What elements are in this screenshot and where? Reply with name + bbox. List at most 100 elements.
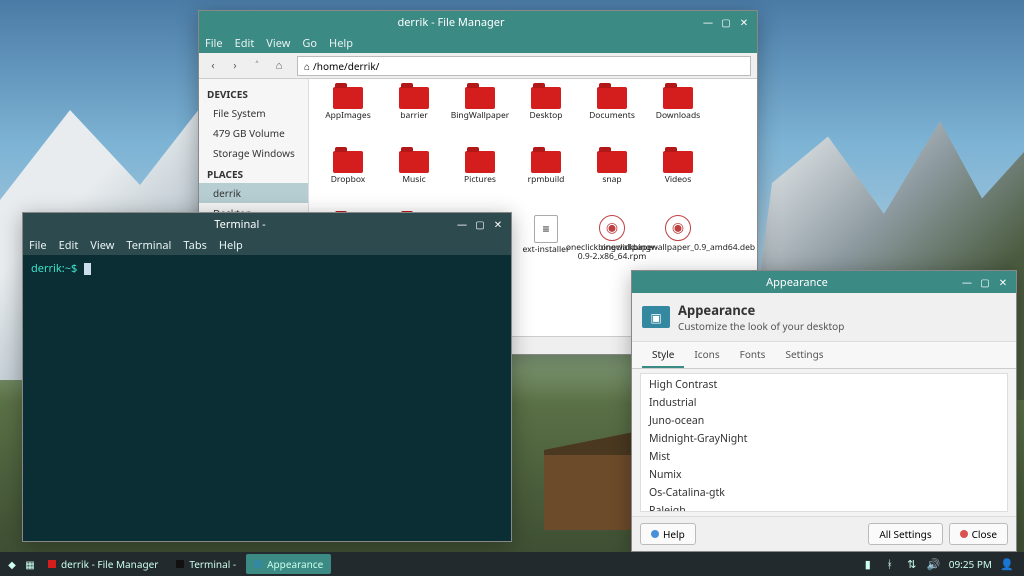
path-bar[interactable]: ⌂ /home/derrik/: [297, 56, 751, 76]
fm-menubar: File Edit View Go Help: [199, 33, 757, 53]
maximize-button[interactable]: ▢: [719, 15, 733, 29]
menu-go[interactable]: Go: [302, 36, 317, 51]
file-item[interactable]: BingWallpaper: [447, 87, 513, 147]
terminal-icon: [176, 560, 184, 568]
user-icon[interactable]: 👤: [1000, 557, 1014, 571]
all-settings-button[interactable]: All Settings: [868, 523, 942, 545]
help-icon: [651, 530, 659, 538]
menu-help[interactable]: Help: [219, 238, 243, 253]
file-label: AppImages: [325, 112, 371, 121]
close-button[interactable]: Close: [949, 523, 1008, 545]
file-item[interactable]: AppImages: [315, 87, 381, 147]
file-label: snap: [602, 176, 621, 185]
task-appearance[interactable]: Appearance: [246, 554, 331, 574]
tab-style[interactable]: Style: [642, 342, 684, 368]
file-item[interactable]: Dropbox: [315, 151, 381, 211]
term-title: Terminal -: [29, 217, 451, 232]
appearance-icon: [254, 560, 262, 568]
style-item[interactable]: Industrial: [641, 394, 1007, 412]
file-item[interactable]: rpmbuild: [513, 151, 579, 211]
appr-tabs: Style Icons Fonts Settings: [632, 342, 1016, 369]
maximize-button[interactable]: ▢: [978, 275, 992, 289]
menu-view[interactable]: View: [90, 238, 114, 253]
app-menu-icon[interactable]: ◆: [4, 556, 20, 572]
fm-titlebar[interactable]: derrik - File Manager — ▢ ✕: [199, 11, 757, 33]
network-icon[interactable]: ⇅: [905, 557, 919, 571]
file-item[interactable]: Pictures: [447, 151, 513, 211]
file-item[interactable]: barrier: [381, 87, 447, 147]
help-button[interactable]: Help: [640, 523, 696, 545]
style-item[interactable]: Juno-ocean: [641, 412, 1007, 430]
folder-icon: [399, 151, 429, 173]
sidebar-storage-windows[interactable]: Storage Windows: [199, 143, 308, 163]
close-button[interactable]: ✕: [737, 15, 751, 29]
style-item[interactable]: High Contrast: [641, 376, 1007, 394]
terminal-prompt: derrik:~$: [31, 261, 77, 276]
menu-help[interactable]: Help: [329, 36, 353, 51]
file-label: Downloads: [656, 112, 701, 121]
style-list[interactable]: High ContrastIndustrialJuno-oceanMidnigh…: [640, 373, 1008, 512]
file-label: Dropbox: [331, 176, 366, 185]
appr-titlebar[interactable]: Appearance — ▢ ✕: [632, 271, 1016, 293]
minimize-button[interactable]: —: [455, 217, 469, 231]
nav-forward-icon[interactable]: ›: [227, 58, 243, 74]
battery-icon[interactable]: ▮: [861, 557, 875, 571]
file-label: Documents: [589, 112, 635, 121]
term-menubar: File Edit View Terminal Tabs Help: [23, 235, 511, 255]
file-item[interactable]: Videos: [645, 151, 711, 211]
file-item[interactable]: ◉oneclickbingwallpaper_0.9_amd64.deb: [645, 215, 711, 275]
appr-footer: Help All Settings Close: [632, 516, 1016, 551]
file-item[interactable]: Downloads: [645, 87, 711, 147]
folder-home-icon: ⌂: [304, 59, 310, 73]
style-item[interactable]: Mist: [641, 448, 1007, 466]
nav-up-icon[interactable]: ˄: [249, 58, 265, 74]
nav-back-icon[interactable]: ‹: [205, 58, 221, 74]
minimize-button[interactable]: —: [960, 275, 974, 289]
menu-terminal[interactable]: Terminal: [126, 238, 171, 253]
terminal-body[interactable]: derrik:~$: [23, 255, 511, 541]
menu-tabs[interactable]: Tabs: [183, 238, 206, 253]
term-titlebar[interactable]: Terminal - — ▢ ✕: [23, 213, 511, 235]
sidebar-volume[interactable]: 479 GB Volume: [199, 123, 308, 143]
maximize-button[interactable]: ▢: [473, 217, 487, 231]
system-tray: ▮ ᚼ ⇅ 🔊 09:25 PM 👤: [861, 557, 1020, 571]
style-item[interactable]: Numix: [641, 466, 1007, 484]
menu-view[interactable]: View: [266, 36, 290, 51]
menu-file[interactable]: File: [205, 36, 223, 51]
tab-settings[interactable]: Settings: [775, 342, 833, 368]
folder-icon: [531, 151, 561, 173]
folder-icon: [333, 87, 363, 109]
file-item[interactable]: Desktop: [513, 87, 579, 147]
style-item[interactable]: Midnight-GrayNight: [641, 430, 1007, 448]
file-item[interactable]: snap: [579, 151, 645, 211]
clock[interactable]: 09:25 PM: [949, 557, 992, 571]
style-item[interactable]: Raleigh: [641, 502, 1007, 512]
folder-icon: [399, 87, 429, 109]
sidebar-home[interactable]: derrik: [199, 183, 308, 203]
menu-edit[interactable]: Edit: [59, 238, 79, 253]
close-button[interactable]: ✕: [491, 217, 505, 231]
sidebar-file-system[interactable]: File System: [199, 103, 308, 123]
folder-icon: [597, 151, 627, 173]
file-label: ext-installer: [523, 246, 570, 255]
volume-icon[interactable]: 🔊: [927, 557, 941, 571]
task-file-manager[interactable]: derrik - File Manager: [40, 554, 166, 574]
folder-icon: [465, 151, 495, 173]
launcher-icon[interactable]: ▦: [22, 556, 38, 572]
style-item[interactable]: Os-Catalina-gtk: [641, 484, 1007, 502]
tab-icons[interactable]: Icons: [684, 342, 729, 368]
fm-toolbar: ‹ › ˄ ⌂ ⌂ /home/derrik/: [199, 53, 757, 79]
task-terminal[interactable]: Terminal -: [168, 554, 244, 574]
file-item[interactable]: Music: [381, 151, 447, 211]
close-icon: [960, 530, 968, 538]
close-button[interactable]: ✕: [996, 275, 1010, 289]
menu-edit[interactable]: Edit: [235, 36, 255, 51]
file-item[interactable]: Documents: [579, 87, 645, 147]
menu-file[interactable]: File: [29, 238, 47, 253]
bluetooth-icon[interactable]: ᚼ: [883, 557, 897, 571]
terminal-window: Terminal - — ▢ ✕ File Edit View Terminal…: [22, 212, 512, 542]
folder-icon: [663, 151, 693, 173]
home-icon[interactable]: ⌂: [271, 58, 287, 74]
tab-fonts[interactable]: Fonts: [730, 342, 776, 368]
minimize-button[interactable]: —: [701, 15, 715, 29]
